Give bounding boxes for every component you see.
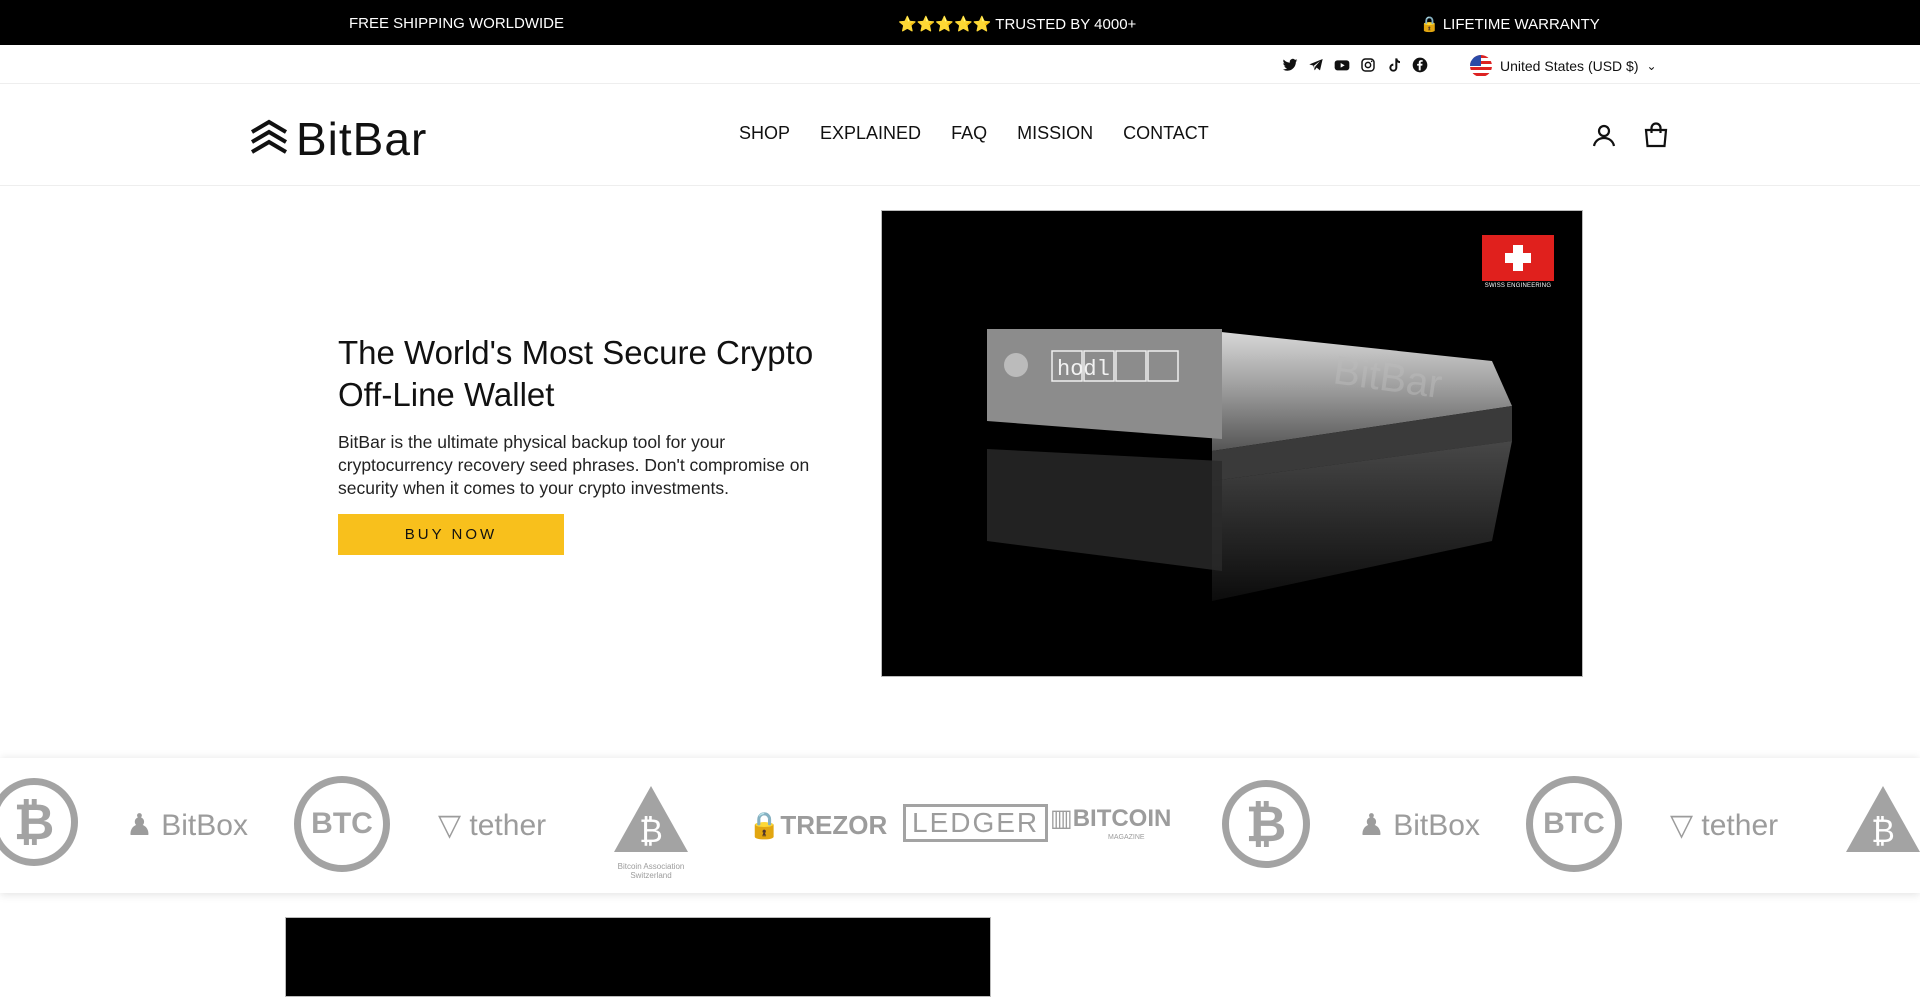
trezor-logo: 🔒TREZOR xyxy=(748,810,888,840)
bitcoin-logo-icon: ₿ xyxy=(0,778,78,866)
site-logo[interactable]: BitBar xyxy=(248,112,427,166)
bitbox-logo: ♟ BitBox xyxy=(1358,809,1480,842)
svg-text:₿: ₿ xyxy=(1871,813,1895,849)
swiss-flag-badge xyxy=(1482,235,1554,281)
bitcoin-association-logo: ₿ xyxy=(1846,786,1920,852)
tether-logo: ▽ tether xyxy=(438,809,547,842)
logo-text: BitBar xyxy=(296,113,428,165)
hero-product-image: hodl BitBar SWISS ENGINEERING xyxy=(881,210,1583,677)
swiss-engineering-label: SWISS ENGINEERING xyxy=(1484,283,1552,289)
account-icon[interactable] xyxy=(1591,122,1617,148)
announcement-bar: FREE SHIPPING WORLDWIDE ⭐⭐⭐⭐⭐ TRUSTED BY… xyxy=(0,0,1920,45)
cart-icon[interactable] xyxy=(1643,122,1669,148)
partner-logo-strip: ₿ ♟ BitBox BTC ▽ tether ₿ Bitcoin Associ… xyxy=(0,758,1920,893)
video-thumbnail[interactable] xyxy=(285,917,991,997)
hero-title: The World's Most Secure Crypto Off-Line … xyxy=(338,334,814,413)
main-nav: SHOP EXPLAINED FAQ MISSION CONTACT xyxy=(739,123,1209,144)
bitcoin-logo-icon: ₿ xyxy=(1222,780,1310,868)
bitcoin-association-text: Bitcoin Association Switzerland xyxy=(617,862,685,880)
instagram-icon[interactable] xyxy=(1360,57,1376,73)
bitbar-logo-icon xyxy=(250,119,288,154)
youtube-icon[interactable] xyxy=(1334,57,1350,73)
bitcoin-magazine-logo: ▥BITCOIN xyxy=(1050,805,1172,832)
ledger-logo: LEDGER xyxy=(903,804,1049,842)
magazine-subtext: MAGAZINE xyxy=(1108,834,1145,841)
nav-shop[interactable]: SHOP xyxy=(739,123,790,144)
btc-logo: BTC xyxy=(1526,776,1622,872)
free-shipping-text: FREE SHIPPING WORLDWIDE xyxy=(349,15,565,32)
tiktok-icon[interactable] xyxy=(1386,57,1402,73)
us-flag-icon xyxy=(1470,55,1492,77)
btc-logo: BTC xyxy=(294,776,390,872)
buy-now-button[interactable]: BUY NOW xyxy=(338,514,564,555)
nav-mission[interactable]: MISSION xyxy=(1017,123,1093,144)
trusted-text: ⭐⭐⭐⭐⭐ TRUSTED BY 4000+ xyxy=(898,16,1137,33)
tether-logo: ▽ tether xyxy=(1670,809,1779,842)
bitbar-product-illustration: hodl BitBar xyxy=(987,329,1512,601)
site-header: BitBar SHOP EXPLAINED FAQ MISSION CONTAC… xyxy=(0,84,1920,186)
twitter-icon[interactable] xyxy=(1282,57,1298,73)
social-links xyxy=(1282,57,1428,73)
telegram-icon[interactable] xyxy=(1308,57,1324,73)
nav-contact[interactable]: CONTACT xyxy=(1123,123,1209,144)
letter-tiles: hodl xyxy=(1057,357,1110,382)
currency-selector[interactable]: United States (USD $) ⌄ xyxy=(1470,55,1657,77)
nav-faq[interactable]: FAQ xyxy=(951,123,987,144)
warranty-text: 🔒 LIFETIME WARRANTY xyxy=(1420,16,1600,33)
currency-label: United States (USD $) xyxy=(1500,58,1639,74)
utility-bar: United States (USD $) ⌄ xyxy=(0,45,1920,84)
chevron-down-icon: ⌄ xyxy=(1646,59,1657,73)
facebook-icon[interactable] xyxy=(1412,57,1428,73)
hero-description: BitBar is the ultimate physical backup t… xyxy=(338,432,810,498)
bitbox-logo: ♟ BitBox xyxy=(126,809,248,842)
svg-text:₿: ₿ xyxy=(639,813,663,849)
nav-explained[interactable]: EXPLAINED xyxy=(820,123,921,144)
